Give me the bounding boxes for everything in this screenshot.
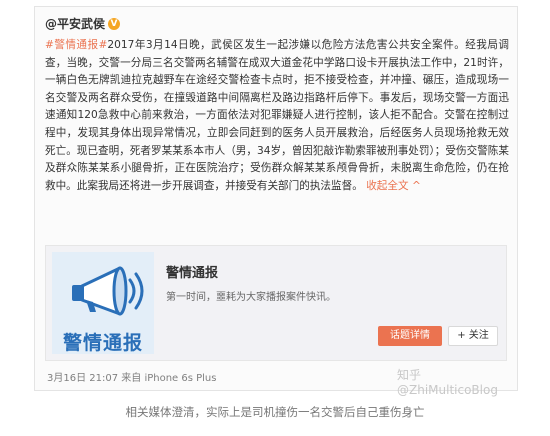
post-hashtag[interactable]: #警情通报# bbox=[45, 39, 107, 51]
card-title[interactable]: 警情通报 bbox=[166, 262, 218, 281]
collapse-arrow-icon: ^ bbox=[411, 179, 421, 192]
image-caption: 相关媒体澄清，实际上是司机撞伤一名交警后自己重伤身亡 bbox=[125, 405, 425, 419]
author-name[interactable]: @平安武侯 bbox=[45, 15, 105, 32]
expand-label: 收起全文 bbox=[366, 179, 409, 192]
topic-detail-button[interactable]: 话题详情 bbox=[378, 326, 442, 346]
post-body: #警情通报#2017年3月14日晚，武侯区发生一起涉嫌以危险方法危害公共安全案件… bbox=[45, 37, 509, 195]
post-body-text: 2017年3月14日晚，武侯区发生一起涉嫌以危险方法危害公共安全案件。经我局调查… bbox=[45, 39, 509, 192]
verified-icon: V bbox=[108, 17, 121, 30]
post-meta: 3月16日 21:07 来自 iPhone 6s Plus bbox=[47, 373, 217, 384]
expand-toggle[interactable]: 收起全文 ^ bbox=[366, 180, 421, 192]
post-author: @平安武侯 V bbox=[45, 15, 121, 32]
weibo-post-screenshot: @平安武侯 V #警情通报#2017年3月14日晚，武侯区发生一起涉嫌以危险方法… bbox=[34, 6, 518, 397]
follow-button[interactable]: + 关注 bbox=[448, 326, 498, 346]
topic-card[interactable]: 警情通报 警情通报 第一时间，噩耗为大家播报案件快讯。 话题详情 + 关注 bbox=[45, 245, 507, 361]
watermark: 知乎 @ZhiMulticoBlog bbox=[397, 368, 498, 397]
card-description: 第一时间，噩耗为大家播报案件快讯。 bbox=[166, 292, 336, 303]
thumbnail-caption: 警情通报 bbox=[62, 332, 143, 354]
